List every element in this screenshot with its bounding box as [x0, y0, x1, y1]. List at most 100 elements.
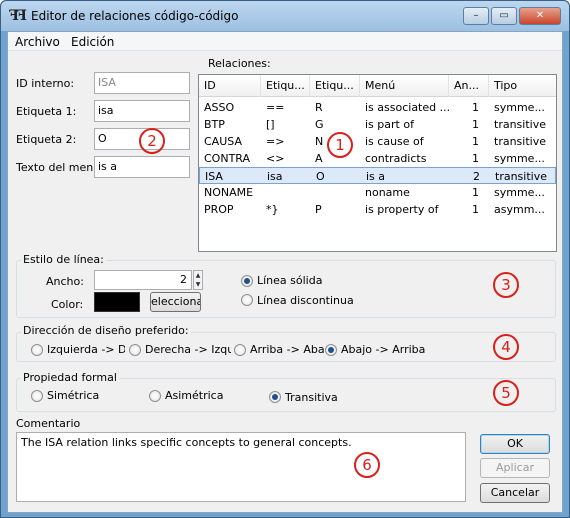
- relations-label: Relaciones:: [208, 57, 271, 70]
- apply-button[interactable]: Aplicar: [480, 458, 550, 478]
- internal-id-label: ID interno:: [16, 77, 75, 90]
- transitive-radio[interactable]: [269, 391, 281, 403]
- line-width-spinner[interactable]: ▲ ▼: [193, 270, 203, 290]
- cell-width: 2: [473, 170, 480, 183]
- cell-label2: R: [315, 101, 323, 114]
- cell-width: 1: [472, 152, 479, 165]
- direction-bottom-top-label: Abajo -> Arriba: [341, 343, 426, 356]
- menu-text-field[interactable]: is a: [94, 156, 190, 178]
- direction-left-right-radio[interactable]: [31, 344, 43, 356]
- direction-right-left-label: Derecha -> Izquie: [145, 343, 231, 356]
- solid-line-label: Línea sólida: [257, 274, 323, 287]
- cell-type: symme...: [494, 101, 545, 114]
- cell-type: symme...: [494, 152, 545, 165]
- cell-type: transitive: [495, 170, 547, 183]
- asymmetric-label: Asimétrica: [165, 389, 224, 402]
- line-color-swatch: [94, 292, 140, 312]
- cell-width: 1: [472, 135, 479, 148]
- column-header-id[interactable]: ID: [199, 75, 261, 97]
- cell-menu: is part of: [365, 118, 414, 131]
- column-header-menu[interactable]: Menú: [360, 75, 449, 97]
- cell-menu: is cause of: [365, 135, 424, 148]
- minimize-button[interactable]: –: [463, 7, 489, 25]
- table-row[interactable]: CONTRA <> Acontradicts 1 symme...: [199, 150, 556, 167]
- menu-archivo[interactable]: Archivo: [15, 35, 60, 49]
- menu-edicion[interactable]: Edición: [71, 35, 114, 49]
- cell-label1: [261, 184, 310, 201]
- cell-id: ISA: [205, 170, 223, 183]
- table-row[interactable]: CAUSA => Nis cause of 1 transitive: [199, 133, 556, 150]
- window-title: Editor de relaciones código-código: [31, 9, 239, 23]
- cell-id: NONAME: [204, 186, 254, 199]
- table-row[interactable]: NONAME noname 1 symme...: [199, 184, 556, 201]
- cell-id: ASSO: [204, 101, 235, 114]
- label1-field[interactable]: isa: [94, 100, 190, 122]
- cell-label2: [310, 184, 360, 201]
- cell-label1: =>: [266, 135, 285, 148]
- cell-id: PROP: [204, 203, 234, 216]
- cell-menu: is property of: [365, 203, 439, 216]
- formal-property-title: Propiedad formal: [21, 371, 119, 384]
- symmetric-label: Simétrica: [47, 389, 100, 402]
- menu-text-label: Texto del menú: [16, 161, 101, 174]
- callout-2: 2: [139, 128, 165, 154]
- asymmetric-radio[interactable]: [149, 390, 161, 402]
- line-width-label: Ancho:: [46, 275, 84, 288]
- callout-5: 5: [493, 380, 519, 406]
- table-row[interactable]: ISA isa Ois a 2 transitive: [199, 167, 556, 184]
- cell-type: transitive: [494, 135, 546, 148]
- table-row[interactable]: PROP *} Pis property of 1 asymm...: [199, 201, 556, 218]
- ok-button[interactable]: OK: [480, 434, 550, 454]
- solid-line-radio[interactable]: [241, 275, 253, 287]
- callout-4: 4: [493, 334, 519, 360]
- close-button[interactable]: ✕: [519, 7, 561, 25]
- direction-bottom-top-radio[interactable]: [325, 344, 337, 356]
- double-hook-icon: ꟻꟻ: [9, 8, 27, 24]
- callout-1: 1: [327, 132, 353, 158]
- cell-type: transitive: [494, 118, 546, 131]
- cell-id: CAUSA: [204, 135, 242, 148]
- cell-width: 1: [472, 118, 479, 131]
- cell-label2: O: [316, 170, 325, 183]
- cell-label2: P: [315, 203, 322, 216]
- relations-table[interactable]: ID Etiqu... Etiqu... Menú An... Tipo ASS…: [198, 74, 557, 252]
- title-bar[interactable]: ꟻꟻ Editor de relaciones código-código – …: [1, 1, 569, 31]
- cell-menu: contradicts: [365, 152, 427, 165]
- dashed-line-label: Línea discontinua: [257, 294, 354, 307]
- direction-top-bottom-radio[interactable]: [234, 344, 246, 356]
- column-header-label2[interactable]: Etiqu...: [310, 75, 360, 97]
- label1-label: Etiqueta 1:: [16, 105, 77, 118]
- cell-label2: G: [315, 118, 324, 131]
- cell-label1: <>: [266, 152, 285, 165]
- comment-textarea[interactable]: The ISA relation links specific concepts…: [16, 432, 466, 502]
- direction-right-left-radio[interactable]: [129, 344, 141, 356]
- line-color-label: Color:: [51, 298, 84, 311]
- comment-label: Comentario: [16, 417, 81, 430]
- cell-type: asymm...: [494, 203, 545, 216]
- cancel-button[interactable]: Cancelar: [480, 483, 550, 503]
- table-row[interactable]: ASSO == Ris associated ... 1 symme...: [199, 99, 556, 116]
- column-header-width[interactable]: An...: [449, 75, 489, 97]
- column-header-type[interactable]: Tipo: [489, 75, 556, 97]
- symmetric-radio[interactable]: [31, 390, 43, 402]
- cell-width: 1: [472, 101, 479, 114]
- cell-label1: *}: [266, 203, 279, 216]
- cell-id: CONTRA: [204, 152, 251, 165]
- cell-label1: ==: [266, 101, 285, 114]
- line-width-field[interactable]: 2: [94, 270, 192, 290]
- cell-width: 1: [472, 203, 479, 216]
- relations-table-header: ID Etiqu... Etiqu... Menú An... Tipo: [199, 75, 556, 97]
- maximize-button[interactable]: ▭: [491, 7, 517, 25]
- callout-3: 3: [493, 272, 519, 298]
- column-header-label1[interactable]: Etiqu...: [261, 75, 310, 97]
- cell-label1: []: [266, 118, 275, 131]
- dashed-line-radio[interactable]: [241, 294, 253, 306]
- table-row[interactable]: BTP [] Gis part of 1 transitive: [199, 116, 556, 133]
- cell-menu: is a: [366, 170, 386, 183]
- dialog-client-area: Archivo Edición ID interno: ISA Etiqueta…: [7, 31, 563, 513]
- line-style-title: Estilo de línea:: [21, 253, 106, 266]
- transitive-label: Transitiva: [285, 391, 338, 404]
- callout-6: 6: [354, 452, 380, 478]
- select-color-button[interactable]: elecciona: [150, 292, 201, 312]
- internal-id-field[interactable]: ISA: [94, 72, 190, 94]
